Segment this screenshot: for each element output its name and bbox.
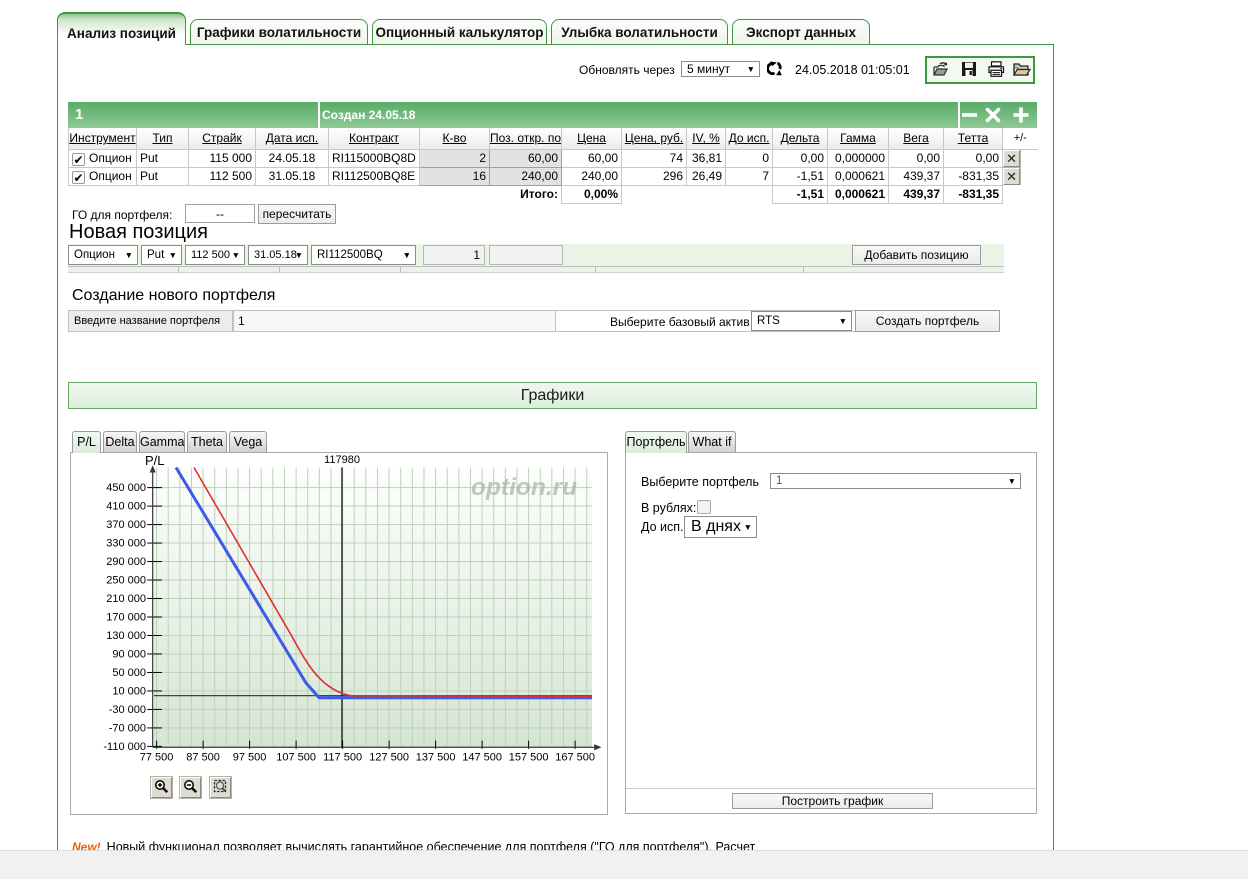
svg-text:option.ru: option.ru [471, 474, 577, 501]
svg-text:167 500: 167 500 [555, 751, 595, 763]
svg-text:77 500: 77 500 [140, 751, 174, 763]
svg-text:130 000: 130 000 [106, 630, 146, 642]
svg-text:250 000: 250 000 [106, 575, 146, 587]
svg-text:410 000: 410 000 [106, 501, 146, 513]
svg-text:87 500: 87 500 [186, 751, 220, 763]
svg-text:107 500: 107 500 [276, 751, 316, 763]
svg-text:117 500: 117 500 [323, 751, 362, 763]
svg-text:170 000: 170 000 [106, 612, 146, 624]
svg-text:-70 000: -70 000 [109, 722, 146, 734]
svg-text:450 000: 450 000 [106, 482, 146, 494]
svg-text:P/L: P/L [145, 453, 165, 468]
svg-text:10 000: 10 000 [112, 685, 146, 697]
svg-text:157 500: 157 500 [509, 751, 549, 763]
svg-text:50 000: 50 000 [112, 667, 146, 679]
svg-text:370 000: 370 000 [106, 519, 146, 531]
svg-text:-30 000: -30 000 [109, 704, 146, 716]
svg-text:330 000: 330 000 [106, 538, 146, 550]
svg-text:117980: 117980 [324, 454, 360, 466]
svg-text:147 500: 147 500 [462, 751, 502, 763]
svg-text:137 500: 137 500 [416, 751, 456, 763]
svg-text:90 000: 90 000 [112, 649, 146, 661]
svg-text:210 000: 210 000 [106, 593, 146, 605]
svg-text:290 000: 290 000 [106, 556, 146, 568]
svg-text:127 500: 127 500 [369, 751, 409, 763]
svg-text:97 500: 97 500 [233, 751, 267, 763]
